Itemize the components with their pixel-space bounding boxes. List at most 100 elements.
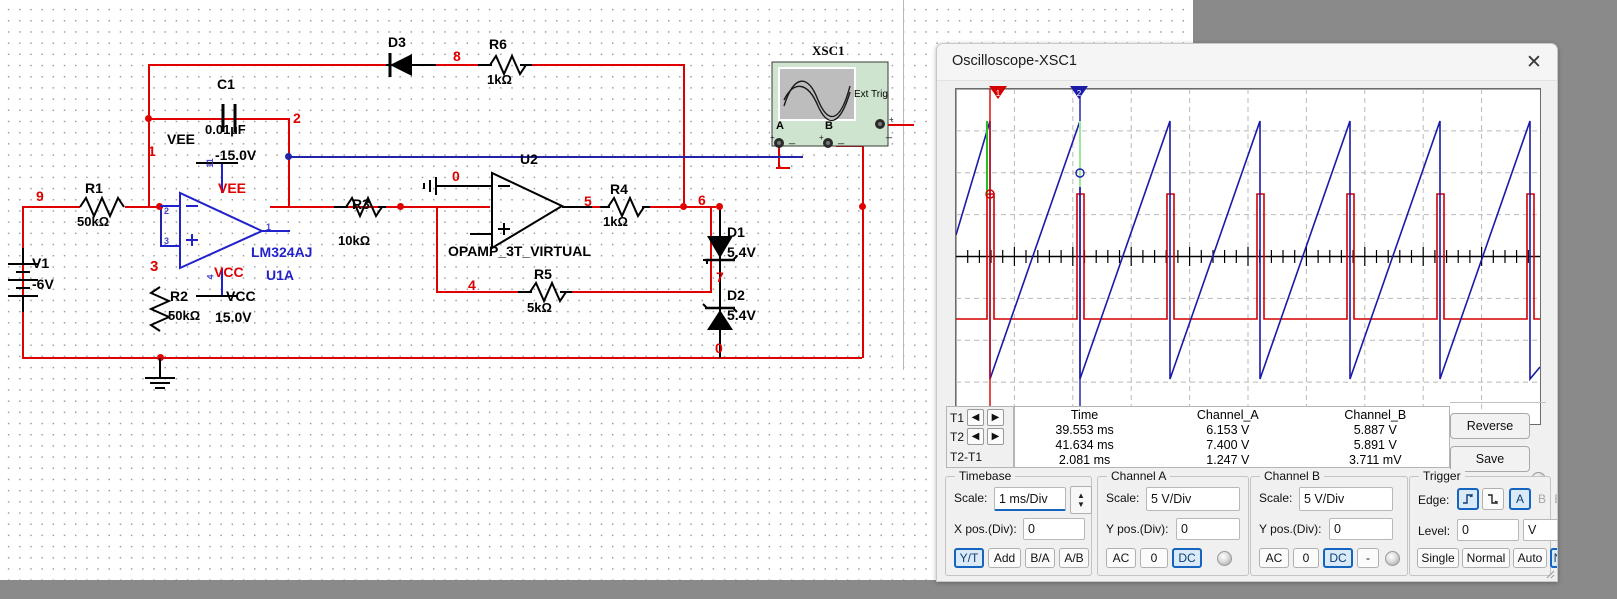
trigger-source-ext[interactable]: Ext — [1552, 489, 1557, 509]
net-label-1: 1 — [148, 143, 156, 159]
wire-v1-left — [22, 206, 24, 358]
close-icon[interactable]: ✕ — [1511, 44, 1557, 80]
component-ref-r4: R4 — [610, 181, 628, 197]
channel-a-coupling-dc[interactable]: DC — [1172, 548, 1202, 568]
readout-t2-time: 41.634 ms — [1055, 437, 1114, 452]
trigger-mode-auto[interactable]: Auto — [1513, 548, 1547, 568]
sheet-boundary-vertical — [903, 0, 904, 370]
channel-b-coupling-gnd[interactable]: 0 — [1293, 548, 1319, 568]
resize-grip[interactable] — [1543, 567, 1555, 579]
junction-node-4 — [397, 203, 404, 210]
trigger-source-a[interactable]: A — [1509, 488, 1531, 510]
channel-b-coupling-dc[interactable]: DC — [1323, 548, 1353, 568]
window-titlebar[interactable]: Oscilloscope-XSC1 ✕ — [937, 44, 1557, 81]
opamp-u2-symbol — [470, 171, 565, 250]
channel-b-coupling-ac[interactable]: AC — [1259, 548, 1289, 568]
falling-edge-icon[interactable] — [1482, 488, 1504, 510]
waveform-display[interactable] — [955, 88, 1541, 425]
junction-node-6b — [716, 203, 723, 210]
wire-node6-down-fb — [710, 206, 712, 292]
wire-blue-inv — [160, 206, 162, 246]
supply-label-vee-name: VEE — [167, 131, 196, 147]
u2-input-ref-symbol — [423, 177, 470, 195]
oscilloscope-window[interactable]: Oscilloscope-XSC1 ✕ 1 2 T1 ◀ ▶ T2 ◀ ▶ T2… — [936, 43, 1558, 582]
channel-a-ypos-input[interactable]: 0 — [1176, 518, 1240, 540]
cursor-t1-right-button[interactable]: ▶ — [987, 409, 1005, 426]
trigger-level-input[interactable]: 0 — [1457, 519, 1519, 541]
svg-text:+: + — [819, 133, 824, 142]
opamp-pin-11: 11 — [204, 158, 215, 168]
component-value-r3: 10kΩ — [338, 233, 371, 248]
channel-b-jack-icon[interactable] — [1385, 551, 1400, 566]
trigger-mode-normal[interactable]: Normal — [1462, 548, 1510, 568]
supply-rail-vcc: VCC — [214, 264, 244, 280]
wire-ext-trig — [886, 124, 914, 126]
component-value-r6: 1kΩ — [487, 72, 512, 87]
supply-value-vee: -15.0V — [215, 147, 257, 163]
wire-blue-to-scope — [603, 156, 803, 158]
timebase-mode-ba[interactable]: B/A — [1025, 548, 1055, 568]
display-area: 1 2 — [946, 84, 1548, 425]
readout-header-channel-a: Channel_A — [1196, 407, 1259, 422]
channel-b-ypos-input[interactable]: 0 — [1329, 518, 1393, 540]
timebase-xpos-input[interactable]: 0 — [1023, 518, 1085, 540]
reverse-button[interactable]: Reverse — [1450, 413, 1530, 439]
net-label-7: 7 — [716, 269, 724, 285]
component-value-v1: -6V — [32, 276, 54, 292]
trigger-mode-single[interactable]: Single — [1417, 548, 1459, 568]
readout-header-time: Time — [1070, 407, 1099, 422]
net-label-4: 4 — [468, 277, 476, 293]
trigger-edge-label: Edge: — [1418, 493, 1450, 507]
component-ref-r5: R5 — [534, 266, 552, 282]
cursor-t2-right-button[interactable]: ▶ — [987, 428, 1005, 445]
xsc1-instrument-symbol: + _ + _ + _ — [770, 61, 894, 148]
component-value-u2: OPAMP_3T_VIRTUAL — [448, 243, 591, 259]
cursor-handles[interactable]: 1 2 — [946, 84, 1548, 102]
channel-a-coupling-gnd[interactable]: 0 — [1140, 548, 1168, 568]
readout-table: Time Channel_A Channel_B 39.553 ms 6.153… — [1014, 406, 1450, 468]
junction-node-6 — [680, 203, 687, 210]
resistor-r2-symbol — [148, 286, 172, 332]
wire-node4-down — [436, 206, 438, 292]
wire-r3-left — [334, 206, 348, 208]
channel-b-scale-label: Scale: — [1259, 491, 1293, 505]
timebase-scale-stepper[interactable]: ▲ ▼ — [1070, 486, 1092, 514]
ground-symbol — [145, 358, 175, 389]
wire-node4-r5 — [436, 291, 522, 293]
component-value-c1: 0.01µF — [205, 122, 246, 137]
cursor-t2-left-button[interactable]: ◀ — [967, 428, 985, 445]
window-title: Oscilloscope-XSC1 — [952, 53, 1077, 69]
junction-node-1 — [145, 115, 152, 122]
readout-t2-channel-a: 7.400 V — [1206, 437, 1250, 452]
rising-edge-icon[interactable] — [1457, 488, 1479, 510]
component-ref-r6: R6 — [489, 36, 507, 52]
channel-b-coupling-none[interactable]: - — [1357, 548, 1379, 568]
timebase-mode-yt[interactable]: Y/T — [954, 548, 984, 568]
channel-b-scale-input[interactable]: 5 V/Div — [1299, 487, 1393, 511]
timebase-scale-input[interactable]: 1 ms/Div — [994, 487, 1066, 511]
cursor-t1-row[interactable]: T1 ◀ ▶ — [950, 409, 1005, 426]
net-label-0-gnd: 0 — [715, 340, 723, 356]
instrument-ext-trig-label: Ext Trig — [854, 89, 888, 100]
trigger-source-b[interactable]: B — [1534, 489, 1550, 509]
channel-a-jack-icon[interactable] — [1217, 551, 1232, 566]
cursor-nav-box[interactable]: T1 ◀ ▶ T2 ◀ ▶ T2-T1 — [946, 406, 1014, 468]
net-label-3: 3 — [150, 258, 159, 275]
channel-a-scale-input[interactable]: 5 V/Div — [1146, 487, 1240, 511]
timebase-mode-add[interactable]: Add — [988, 548, 1021, 568]
cursor-t2-row[interactable]: T2 ◀ ▶ — [950, 428, 1005, 445]
wire-r6-to-node6 — [532, 64, 684, 66]
channel-a-coupling-ac[interactable]: AC — [1106, 548, 1136, 568]
wire-scope-a-link — [776, 167, 790, 169]
cursor-t1-left-button[interactable]: ◀ — [967, 409, 985, 426]
timebase-mode-ab[interactable]: A/B — [1059, 548, 1089, 568]
trigger-mode-none[interactable]: None — [1550, 548, 1557, 568]
component-ref-d3: D3 — [388, 34, 406, 50]
wire-node1-up — [148, 64, 150, 208]
rising-edge-glyph — [1463, 493, 1473, 504]
cursor-delta-row: T2-T1 — [950, 448, 982, 465]
channel-a-panel: Channel A Scale: 5 V/Div Y pos.(Div): 0 … — [1097, 469, 1249, 576]
channel-b-panel: Channel B Scale: 5 V/Div Y pos.(Div): 0 … — [1250, 469, 1408, 576]
wire-top-to-d3 — [148, 64, 388, 66]
trigger-level-unit[interactable]: V — [1523, 519, 1557, 541]
